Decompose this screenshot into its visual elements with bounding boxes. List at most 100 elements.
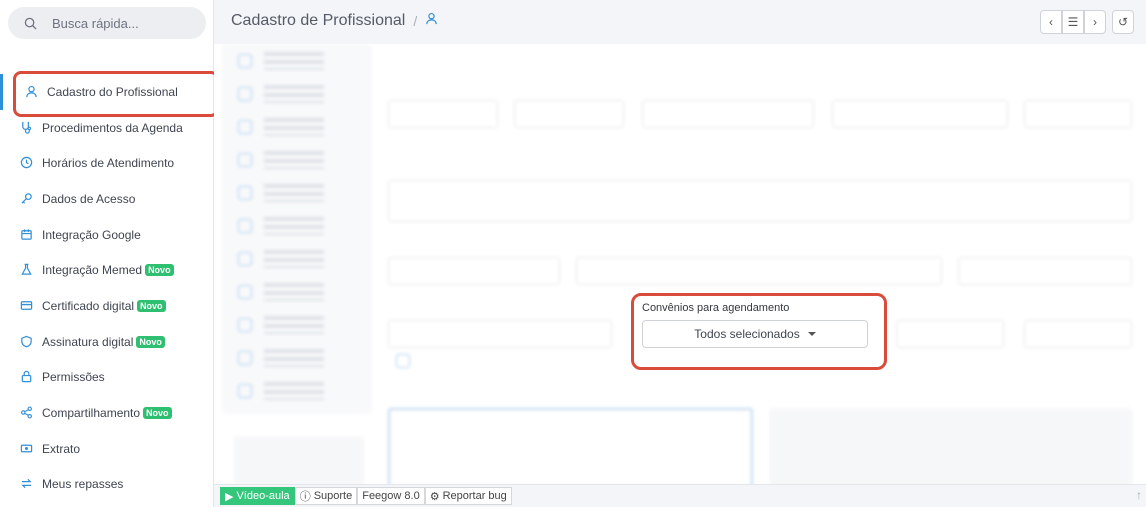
select-field[interactable] bbox=[1024, 100, 1132, 128]
convenios-select[interactable]: Todos selecionados bbox=[642, 320, 868, 348]
convenios-value: Todos selecionados bbox=[694, 327, 800, 341]
sidebar-item-label: Integração Google bbox=[42, 227, 141, 242]
message-editor[interactable] bbox=[388, 408, 753, 484]
select-field[interactable] bbox=[514, 100, 624, 128]
page-title: Cadastro de Profissional / bbox=[231, 12, 438, 30]
sidebar-item-memed[interactable]: Integração Memed Novo bbox=[0, 252, 214, 288]
select-field[interactable] bbox=[958, 257, 1132, 285]
observations-textarea[interactable] bbox=[388, 180, 1132, 222]
main-content bbox=[214, 44, 1146, 484]
list-item[interactable] bbox=[222, 308, 372, 341]
list-item[interactable] bbox=[222, 77, 372, 110]
calendar-icon bbox=[20, 228, 34, 242]
sidebar-item-certificado[interactable]: Certificado digital Novo bbox=[0, 288, 214, 324]
text-field[interactable] bbox=[576, 257, 942, 285]
footer-bar: ▶ Vídeo-aula ⓘ Suporte Feegow 8.0 ⚙ Repo… bbox=[214, 484, 1146, 507]
checkbox[interactable] bbox=[238, 152, 252, 167]
checkbox[interactable] bbox=[238, 350, 252, 365]
list-item-text bbox=[264, 348, 324, 367]
bug-icon: ⚙ bbox=[429, 490, 440, 503]
checkbox[interactable] bbox=[238, 383, 252, 398]
share-icon bbox=[20, 406, 34, 420]
sidebar-item-google[interactable]: Integração Google bbox=[0, 217, 214, 253]
header-buttons: ‹ ☰ › ↺ bbox=[1040, 10, 1134, 34]
checkbox[interactable] bbox=[238, 218, 252, 233]
list-item[interactable] bbox=[222, 44, 372, 77]
sidebar-item-extrato[interactable]: Extrato bbox=[0, 431, 214, 467]
checkbox[interactable] bbox=[238, 119, 252, 134]
subspecialties-panel bbox=[769, 408, 1133, 484]
list-icon: ☰ bbox=[1067, 15, 1079, 29]
select-field[interactable] bbox=[388, 100, 498, 128]
list-item[interactable] bbox=[222, 209, 372, 242]
select-field[interactable] bbox=[388, 320, 612, 348]
sidebar-item-repasses[interactable]: Meus repasses bbox=[0, 467, 214, 503]
new-badge: Novo bbox=[143, 407, 172, 420]
video-aula-button[interactable]: ▶ Vídeo-aula bbox=[220, 487, 295, 505]
suporte-button[interactable]: ⓘ Suporte bbox=[294, 487, 358, 505]
sidebar-item-horarios[interactable]: Horários de Atendimento bbox=[0, 145, 214, 181]
sidebar-item-permissoes[interactable]: Permissões bbox=[0, 360, 214, 396]
history-icon: ↺ bbox=[1117, 15, 1129, 29]
sidebar-nav: Cadastro do Profissional Procedimentos d… bbox=[0, 71, 219, 503]
checkbox[interactable] bbox=[238, 284, 252, 299]
caret-down-icon bbox=[807, 332, 816, 336]
list-button[interactable]: ☰ bbox=[1062, 10, 1084, 34]
checkbox[interactable] bbox=[238, 251, 252, 266]
new-badge: Novo bbox=[145, 264, 174, 277]
card-icon bbox=[20, 299, 34, 313]
sidebar-item-label: Certificado digital bbox=[42, 298, 135, 313]
report-bug-button[interactable]: ⚙ Reportar bug bbox=[424, 487, 512, 505]
text-field[interactable] bbox=[1024, 320, 1132, 348]
scroll-top-icon[interactable]: ↑ bbox=[1136, 488, 1142, 502]
previous-button[interactable]: ‹ bbox=[1040, 10, 1062, 34]
sidebar: Busca rápida... Cadastro do Profissional… bbox=[0, 0, 219, 507]
sidebar-item-label: Dados de Acesso bbox=[42, 191, 136, 206]
list-item-text bbox=[264, 51, 324, 70]
list-item[interactable] bbox=[222, 275, 372, 308]
money-icon bbox=[20, 442, 34, 456]
sidebar-item-acesso[interactable]: Dados de Acesso bbox=[0, 181, 214, 217]
key-icon bbox=[20, 192, 34, 206]
list-item-text bbox=[264, 150, 324, 169]
version-text: Feegow 8.0 bbox=[362, 490, 420, 502]
checkbox[interactable] bbox=[238, 86, 252, 101]
select-field[interactable] bbox=[832, 100, 1008, 128]
quick-search[interactable]: Busca rápida... bbox=[8, 7, 206, 39]
next-button[interactable]: › bbox=[1084, 10, 1106, 34]
shield-icon bbox=[20, 335, 34, 349]
list-item-text bbox=[264, 84, 324, 103]
checkbox[interactable] bbox=[238, 185, 252, 200]
unit-checklist bbox=[222, 44, 372, 414]
list-item[interactable] bbox=[222, 176, 372, 209]
signature-panel bbox=[234, 436, 364, 484]
list-item[interactable] bbox=[222, 374, 372, 407]
search-placeholder: Busca rápida... bbox=[52, 15, 139, 31]
sidebar-item-label: Meus repasses bbox=[42, 477, 124, 492]
list-item[interactable] bbox=[222, 242, 372, 275]
breadcrumb-separator: / bbox=[413, 13, 418, 29]
sidebar-item-label: Integração Memed bbox=[42, 263, 143, 278]
report-bug-label: Reportar bug bbox=[442, 490, 507, 502]
list-item[interactable] bbox=[222, 110, 372, 143]
sidebar-item-cadastro[interactable]: Cadastro do Profissional bbox=[0, 71, 219, 117]
checkbox[interactable] bbox=[396, 354, 410, 368]
sidebar-item-compartilhamento[interactable]: Compartilhamento Novo bbox=[0, 395, 214, 431]
history-button[interactable]: ↺ bbox=[1112, 10, 1134, 34]
list-item[interactable] bbox=[222, 341, 372, 374]
sidebar-item-label: Assinatura digital bbox=[42, 334, 134, 349]
sidebar-item-procedimentos[interactable]: Procedimentos da Agenda bbox=[0, 110, 214, 146]
video-icon: ▶ bbox=[225, 490, 234, 503]
select-field[interactable] bbox=[388, 257, 560, 285]
checkbox[interactable] bbox=[238, 317, 252, 332]
sidebar-item-assinatura[interactable]: Assinatura digital Novo bbox=[0, 324, 214, 360]
lock-icon bbox=[20, 370, 34, 384]
list-item-text bbox=[264, 216, 324, 235]
select-field[interactable] bbox=[642, 100, 814, 128]
sidebar-item-label: Permissões bbox=[42, 370, 105, 385]
text-field[interactable] bbox=[896, 320, 1004, 348]
list-item[interactable] bbox=[222, 143, 372, 176]
list-item-text bbox=[264, 315, 324, 334]
checkbox[interactable] bbox=[238, 53, 252, 68]
flask-icon bbox=[20, 263, 34, 277]
